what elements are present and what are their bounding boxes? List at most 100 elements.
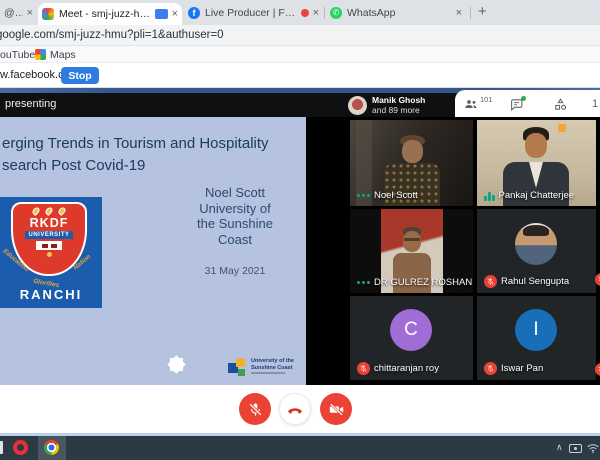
- leave-call-button[interactable]: [279, 393, 311, 425]
- participant-name: Iswar Pan: [501, 363, 543, 374]
- flame-icons: [33, 207, 65, 215]
- rkdf-emblem: [36, 241, 62, 250]
- wifi-icon[interactable]: [586, 441, 600, 455]
- meet-header-toolbar: 101 1: [455, 90, 600, 117]
- tab-gmail[interactable]: @gma ×: [0, 0, 37, 25]
- pinned-app-partial-icon[interactable]: [0, 441, 3, 454]
- participant-tile-gulrez-roshan[interactable]: DR GULREZ ROSHAN...: [350, 209, 473, 293]
- chrome-taskbar-slot[interactable]: [38, 436, 66, 460]
- camera-off-button[interactable]: [320, 393, 352, 425]
- presenting-label: presenting: [5, 98, 56, 110]
- presenter-overlay: Manik Ghosh and 89 more: [348, 93, 425, 117]
- tab-facebook-live[interactable]: f Live Producer | Facebook ×: [184, 0, 323, 25]
- presenter-more: and 89 more: [372, 105, 425, 115]
- tab-meet[interactable]: Meet - smj-juzz-hmu ×: [38, 3, 182, 25]
- address-bar[interactable]: google.com/smj-juzz-hmu?pli=1&authuser=0: [0, 25, 600, 46]
- close-icon[interactable]: ×: [172, 8, 178, 20]
- bookmark-youtube[interactable]: ouTube: [0, 48, 35, 61]
- speaking-indicator-icon: [484, 191, 495, 201]
- close-icon[interactable]: ×: [456, 7, 462, 19]
- usc-logo-subtext: [251, 372, 285, 374]
- tab-separator: [324, 7, 325, 19]
- bookmark-label: Maps: [50, 49, 76, 61]
- participant-name: DR GULREZ ROSHAN...: [374, 277, 473, 288]
- slide-date: 31 May 2021: [170, 265, 300, 277]
- new-tab-button[interactable]: +: [478, 3, 487, 20]
- speaker-line: Coast: [170, 232, 300, 248]
- tab-whatsapp[interactable]: ✆ WhatsApp ×: [326, 0, 466, 25]
- chrome-icon: [44, 440, 59, 455]
- tile-label: DR GULREZ ROSHAN...: [357, 277, 473, 288]
- participant-tile-chittaranjan-roy[interactable]: C chittaranjan roy: [350, 296, 473, 380]
- slide-title-line2: search Post Covid-19: [2, 155, 269, 177]
- meet-favicon-icon: [42, 8, 54, 20]
- tab-label: WhatsApp: [347, 7, 452, 19]
- slide-title: erging Trends in Tourism and Hospitality…: [2, 133, 269, 177]
- slide-speaker: Noel Scott University of the Sunshine Co…: [170, 185, 300, 247]
- participant-name: Rahul Sengupta: [501, 276, 569, 287]
- screen-share-bar: w.facebook.com Stop: [0, 63, 600, 88]
- tray-expand-icon[interactable]: ∧: [556, 442, 563, 453]
- participant-name: chittaranjan roy: [374, 363, 439, 374]
- tray-device-icon[interactable]: [569, 444, 582, 453]
- person-face: [402, 140, 423, 163]
- mute-microphone-button[interactable]: [239, 393, 271, 425]
- participant-tile-rahul-sengupta[interactable]: Rahul Sengupta: [477, 209, 596, 293]
- person-face: [403, 231, 421, 252]
- facebook-favicon-icon: f: [188, 7, 200, 19]
- participant-name: Pankaj Chatterjee: [499, 190, 575, 201]
- participant-tile-pankaj-chatterjee[interactable]: Pankaj Chatterjee: [477, 120, 596, 206]
- tab-label: Live Producer | Facebook: [205, 7, 297, 19]
- person-face: [525, 133, 547, 158]
- recording-dot-icon: [301, 9, 309, 17]
- opera-icon[interactable]: [13, 440, 28, 455]
- rkdf-acronym: RKDF: [30, 216, 69, 230]
- tile-label: chittaranjan roy: [357, 362, 439, 375]
- participant-tile-iswar-pan[interactable]: I Iswar Pan: [477, 296, 596, 380]
- tab-strip: @gma × Meet - smj-juzz-hmu × f Live Prod…: [0, 0, 600, 25]
- chat-unread-dot: [521, 96, 526, 101]
- participant-tile-noel-scott[interactable]: Noel Scott: [350, 120, 473, 206]
- person-glasses: [404, 238, 420, 241]
- url-text: google.com/smj-juzz-hmu?pli=1&authuser=0: [0, 29, 224, 41]
- close-icon[interactable]: ×: [313, 7, 319, 19]
- avatar: [515, 223, 557, 265]
- presentation-slide[interactable]: erging Trends in Tourism and Hospitality…: [0, 117, 306, 385]
- clock-text: 1: [592, 98, 598, 110]
- meet-control-bar: Turn on captions: [0, 385, 600, 433]
- tab-separator: [470, 7, 471, 19]
- usc-logo-text: University of the Sunshine Coast: [251, 358, 294, 371]
- activities-icon[interactable]: [553, 97, 568, 112]
- participants-icon[interactable]: [463, 96, 479, 112]
- meet-main-area: erging Trends in Tourism and Hospitality…: [0, 117, 600, 385]
- speaker-line: University of: [170, 201, 300, 217]
- bookmarks-bar: ouTube Maps: [0, 46, 600, 63]
- windows-taskbar: ∧: [0, 436, 600, 460]
- bookmark-label: ouTube: [0, 49, 35, 61]
- tile-label: Iswar Pan: [484, 362, 543, 375]
- rkdf-university-logo: RKDF UNIVERSITY Education Glorifies Nati…: [0, 197, 102, 308]
- slide-title-line1: erging Trends in Tourism and Hospitality: [2, 133, 269, 155]
- avatar: [348, 96, 367, 115]
- rkdf-city: RANCHI: [0, 287, 102, 302]
- tab-capture-icon: [155, 9, 168, 19]
- mic-muted-icon: [484, 362, 497, 375]
- mic-muted-icon: [484, 275, 497, 288]
- bookmark-maps[interactable]: Maps: [35, 48, 76, 61]
- close-icon[interactable]: ×: [27, 7, 33, 19]
- avatar: C: [390, 309, 432, 351]
- avatar: I: [515, 309, 557, 351]
- tile-label: Pankaj Chatterjee: [484, 190, 574, 201]
- connection-badge-icon: [558, 124, 566, 132]
- tile-label: Noel Scott: [357, 190, 418, 201]
- more-options-dots-icon[interactable]: [357, 194, 370, 197]
- tab-label: @gma: [4, 7, 23, 19]
- speaker-line: Noel Scott: [170, 185, 300, 201]
- more-options-dots-icon[interactable]: [357, 281, 370, 284]
- participant-count: 101: [480, 95, 493, 104]
- whatsapp-favicon-icon: ✆: [330, 7, 342, 19]
- desktop-screenshot: @gma × Meet - smj-juzz-hmu × f Live Prod…: [0, 0, 600, 460]
- maps-icon: [35, 49, 46, 60]
- rkdf-university-label: UNIVERSITY: [25, 231, 72, 239]
- stop-sharing-button[interactable]: Stop: [61, 67, 99, 84]
